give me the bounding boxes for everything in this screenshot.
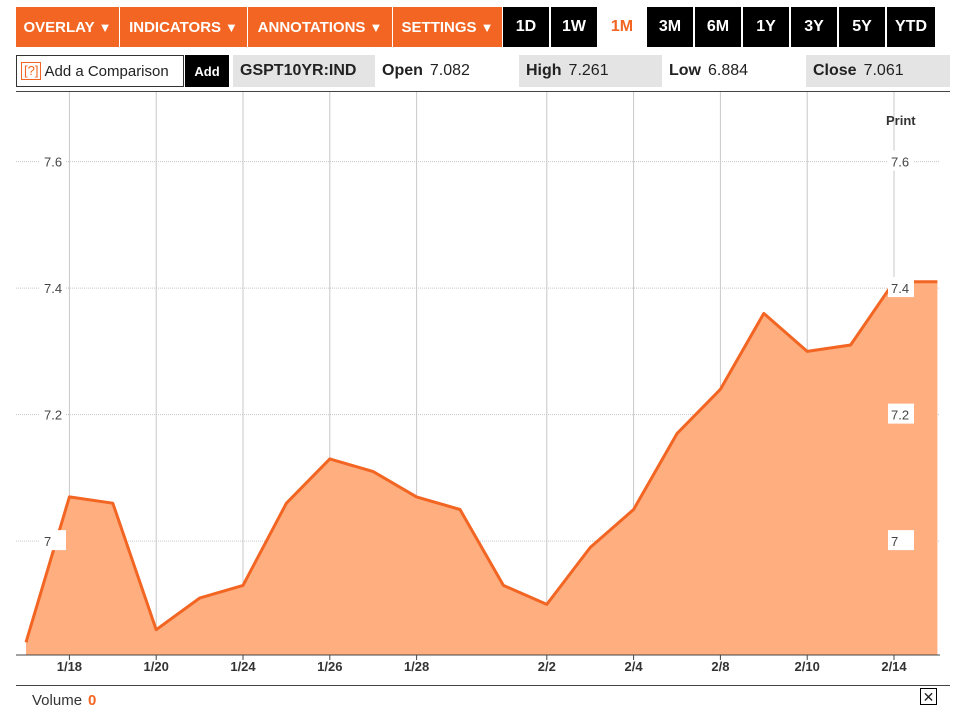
x-tick-label: 1/26 bbox=[317, 659, 342, 674]
y-tick-label-right: 7 bbox=[891, 534, 898, 549]
y-tick-label-right: 7.2 bbox=[891, 408, 909, 423]
price-chart: 777.27.27.47.47.67.6777.27.27.47.47.67.6… bbox=[16, 92, 940, 674]
y-tick-label-right: 7.4 bbox=[891, 281, 909, 296]
price-area bbox=[26, 281, 938, 655]
volume-indicator: Volume 0 bbox=[32, 692, 96, 709]
y-tick-label-left: 7.6 bbox=[44, 155, 62, 170]
footer-divider bbox=[16, 685, 950, 686]
close-icon[interactable]: ✕ bbox=[920, 688, 937, 705]
x-tick-label: 2/2 bbox=[538, 659, 556, 674]
x-tick-label: 2/10 bbox=[795, 659, 820, 674]
x-tick-label: 1/24 bbox=[230, 659, 256, 674]
y-tick-label-right: 7.6 bbox=[891, 155, 909, 170]
y-tick-label-left: 7 bbox=[44, 534, 51, 549]
x-tick-label: 2/14 bbox=[881, 659, 907, 674]
y-tick-label-left: 7.2 bbox=[44, 408, 62, 423]
volume-value: 0 bbox=[88, 692, 97, 709]
x-tick-label: 2/4 bbox=[625, 659, 644, 674]
x-tick-label: 2/8 bbox=[711, 659, 729, 674]
x-tick-label: 1/18 bbox=[57, 659, 82, 674]
x-tick-label: 1/20 bbox=[144, 659, 169, 674]
y-tick-label-left: 7.4 bbox=[44, 281, 62, 296]
volume-label: Volume bbox=[32, 692, 83, 709]
x-tick-label: 1/28 bbox=[404, 659, 429, 674]
print-link[interactable]: Print bbox=[886, 113, 916, 128]
